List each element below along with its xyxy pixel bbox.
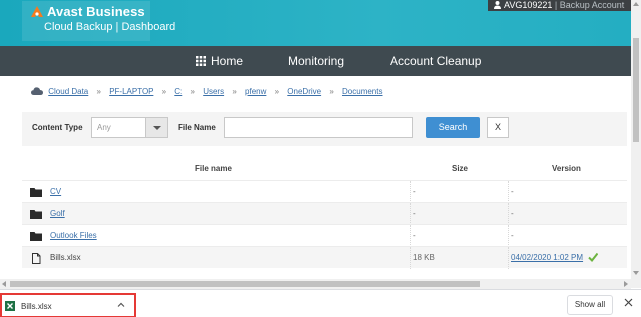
account-separator: |	[554, 0, 558, 10]
account-menu[interactable]: AVG109221 | Backup Account	[488, 0, 631, 11]
row-size: 18 KB	[413, 253, 435, 262]
brand-name: Avast Business	[47, 4, 145, 19]
account-id: AVG109221	[504, 0, 553, 10]
file-icon	[32, 253, 41, 264]
avast-logo-icon	[31, 6, 43, 17]
main-nav: Home Monitoring Account Cleanup	[0, 46, 631, 76]
breadcrumb-users[interactable]: Users	[203, 87, 224, 96]
row-name[interactable]: Bills.xlsx	[50, 253, 81, 262]
breadcrumb-separator: »	[274, 87, 280, 96]
search-button[interactable]: Search	[426, 117, 480, 138]
row-name-link[interactable]: Outlook Files	[50, 231, 97, 240]
content-type-label: Content Type	[32, 123, 83, 132]
horizontal-scrollbar[interactable]	[0, 279, 631, 289]
row-name-link[interactable]: Golf	[50, 209, 65, 218]
account-label: Backup Account	[559, 0, 625, 10]
nav-home-label: Home	[211, 54, 244, 68]
checkmark-icon	[588, 252, 598, 262]
file-name-input[interactable]	[224, 117, 413, 138]
breadcrumb-separator: »	[190, 87, 195, 96]
dropdown-toggle[interactable]	[145, 118, 167, 137]
breadcrumb-separator: »	[161, 87, 167, 96]
app-header: Avast Business Cloud Backup | Dashboard …	[0, 0, 631, 46]
download-shelf: Bills.xlsx Show all	[0, 289, 641, 317]
scroll-down-arrow-icon[interactable]	[633, 271, 639, 275]
user-icon	[494, 1, 501, 9]
breadcrumb-separator: »	[96, 87, 101, 96]
folder-icon	[30, 188, 42, 197]
clear-button[interactable]: X	[487, 117, 509, 138]
content-type-select[interactable]: Any	[91, 117, 168, 138]
folder-icon	[30, 232, 42, 241]
folder-icon	[30, 210, 42, 219]
column-divider	[410, 203, 411, 225]
column-file-name: File name	[195, 164, 232, 173]
row-size: -	[413, 209, 416, 218]
vertical-scroll-thumb[interactable]	[633, 38, 639, 142]
nav-account-cleanup[interactable]: Account Cleanup	[390, 46, 481, 76]
scroll-right-arrow-icon[interactable]	[624, 281, 628, 287]
breadcrumb-pfenw[interactable]: pfenw	[245, 87, 266, 96]
column-divider	[508, 247, 509, 269]
horizontal-scroll-thumb[interactable]	[10, 281, 480, 287]
column-version: Version	[552, 164, 581, 173]
column-divider	[410, 181, 411, 203]
filter-bar: Content Type Any File Name Search X	[22, 112, 627, 146]
row-version: -	[511, 231, 514, 240]
scroll-left-arrow-icon[interactable]	[2, 281, 6, 287]
breadcrumb-documents[interactable]: Documents	[342, 87, 382, 96]
column-size: Size	[452, 164, 469, 173]
table-header: File name Size Version	[22, 161, 627, 179]
column-divider	[508, 181, 509, 203]
column-divider	[508, 203, 509, 225]
breadcrumb-c-drive[interactable]: C:	[174, 87, 182, 96]
download-file-name: Bills.xlsx	[21, 302, 52, 311]
close-icon[interactable]	[624, 298, 633, 307]
content-type-value: Any	[97, 123, 111, 132]
excel-file-icon	[5, 301, 15, 311]
column-divider	[508, 225, 509, 247]
row-version: -	[511, 209, 514, 218]
breadcrumb: Cloud Data » PF-LAPTOP » C: » Users » pf…	[31, 87, 382, 96]
file-name-label: File Name	[178, 123, 216, 132]
browser-page: Avast Business Cloud Backup | Dashboard …	[0, 0, 641, 317]
scroll-up-arrow-icon[interactable]	[633, 2, 639, 6]
caret-down-icon	[153, 126, 161, 130]
row-name-link[interactable]: CV	[50, 187, 61, 196]
column-divider	[410, 247, 411, 269]
table-row[interactable]: Bills.xlsx 18 KB 04/02/2020 1:02 PM	[22, 246, 627, 269]
breadcrumb-cloud-data[interactable]: Cloud Data	[48, 87, 88, 96]
chevron-up-icon[interactable]	[117, 301, 125, 309]
table-row[interactable]: CV - -	[22, 180, 627, 203]
breadcrumb-separator: »	[329, 87, 334, 96]
row-size: -	[413, 187, 416, 196]
row-size: -	[413, 231, 416, 240]
vertical-scrollbar[interactable]	[631, 0, 641, 288]
grid-icon	[196, 56, 206, 66]
row-version: -	[511, 187, 514, 196]
breadcrumb-separator: »	[232, 87, 237, 96]
table-row[interactable]: Outlook Files - -	[22, 224, 627, 247]
download-item[interactable]: Bills.xlsx	[0, 293, 136, 317]
column-divider	[410, 225, 411, 247]
breadcrumb-onedrive[interactable]: OneDrive	[287, 87, 321, 96]
show-all-button[interactable]: Show all	[567, 295, 613, 315]
table-row[interactable]: Golf - -	[22, 202, 627, 225]
row-version-link[interactable]: 04/02/2020 1:02 PM	[511, 253, 583, 262]
brand-subtitle: Cloud Backup | Dashboard	[44, 21, 176, 33]
nav-monitoring[interactable]: Monitoring	[288, 46, 344, 76]
cloud-icon	[31, 87, 43, 95]
breadcrumb-pf-laptop[interactable]: PF-LAPTOP	[109, 87, 153, 96]
nav-home[interactable]: Home	[196, 46, 243, 76]
